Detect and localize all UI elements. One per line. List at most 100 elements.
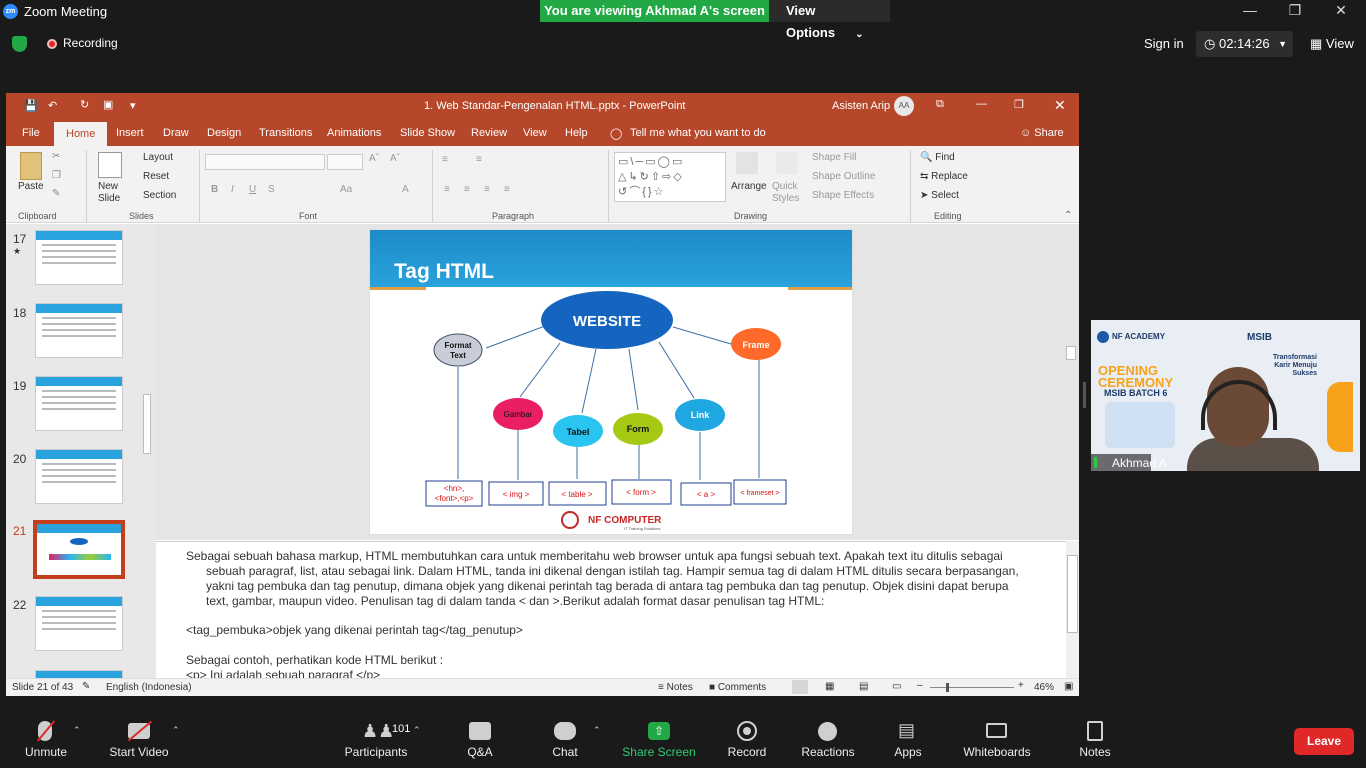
numbering-icon[interactable]: ≡ — [476, 154, 482, 165]
whiteboards-button[interactable]: Whiteboards — [961, 745, 1033, 759]
reactions-button[interactable]: Reactions — [800, 745, 856, 759]
shrink-font-icon[interactable]: Aˇ — [390, 153, 400, 164]
slide-thumbnail[interactable] — [35, 303, 123, 358]
slide-thumbnail[interactable] — [35, 449, 123, 504]
share-screen-button[interactable]: Share Screen — [622, 745, 696, 759]
font-size-field[interactable] — [327, 154, 363, 170]
align-left-icon[interactable]: ≡ — [444, 184, 450, 195]
fit-slide-icon[interactable]: ▣ — [1064, 681, 1073, 692]
record-button[interactable]: Record — [727, 745, 767, 759]
save-icon[interactable]: 💾 — [24, 99, 38, 112]
comments-toggle[interactable]: ■ Comments — [709, 682, 766, 693]
share-screen-icon[interactable]: ⇧ — [648, 722, 670, 740]
spelling-icon[interactable]: ✎ — [82, 681, 90, 692]
cut-icon[interactable]: ✂ — [52, 151, 60, 162]
tab-draw[interactable]: Draw — [163, 127, 189, 139]
grow-font-icon[interactable]: Aˆ — [369, 153, 379, 164]
participants-icon[interactable]: ♟♟ — [362, 721, 394, 742]
qa-button[interactable]: Q&A — [466, 745, 494, 759]
slide-thumbnail-selected[interactable] — [33, 520, 125, 579]
zoom-level[interactable]: 46% — [1034, 682, 1054, 693]
unmute-button[interactable]: Unmute — [24, 745, 68, 759]
arrange-icon[interactable] — [736, 152, 758, 174]
new-slide-icon[interactable] — [98, 152, 122, 178]
chat-icon[interactable] — [554, 722, 576, 740]
customize-toolbar-icon[interactable]: ▾ — [130, 99, 136, 112]
apps-icon[interactable]: ▤ — [898, 720, 915, 741]
replace-button[interactable]: ⇆ Replace — [920, 171, 968, 182]
close-icon[interactable]: ✕ — [1326, 2, 1356, 19]
slide-thumbnail[interactable] — [35, 230, 123, 285]
chevron-up-icon[interactable]: ⌃ — [593, 725, 601, 736]
tab-file[interactable]: File — [22, 127, 40, 139]
notes-toggle[interactable]: ≡ Notes — [658, 682, 693, 693]
notes-pane[interactable]: Sebagai sebuah bahasa markup, HTML membu… — [156, 541, 1066, 682]
shape-outline-button[interactable]: Shape Outline — [812, 171, 875, 182]
slide-sorter-icon[interactable]: ▦ — [825, 681, 834, 692]
shape-effects-button[interactable]: Shape Effects — [812, 190, 874, 201]
recording-label[interactable]: Recording — [63, 36, 118, 50]
arrange-button[interactable]: Arrange — [731, 181, 767, 192]
bold-icon[interactable]: B — [211, 184, 218, 195]
undo-icon[interactable]: ↶ — [48, 99, 57, 112]
font-color-icon[interactable]: A — [402, 184, 409, 195]
zoom-in-icon[interactable]: + — [1018, 680, 1024, 691]
tab-transitions[interactable]: Transitions — [259, 127, 312, 139]
panel-resize-handle[interactable] — [1083, 382, 1086, 408]
reactions-icon[interactable] — [818, 722, 837, 741]
bullets-icon[interactable]: ≡ — [442, 154, 448, 165]
tab-help[interactable]: Help — [565, 127, 588, 139]
meeting-timer[interactable]: ◷ 02:14:26 ▼ — [1196, 31, 1293, 57]
slide-canvas[interactable]: Tag HTML WEBSITE Format Text Frame Gamba… — [369, 229, 853, 535]
slide-thumbnail[interactable] — [35, 596, 123, 651]
redo-icon[interactable]: ↻ — [80, 98, 89, 111]
reading-view-icon[interactable]: ▤ — [859, 681, 868, 692]
sign-in-button[interactable]: Sign in — [1144, 36, 1184, 51]
notes-icon[interactable] — [1087, 721, 1103, 741]
paste-icon[interactable] — [20, 152, 42, 180]
notes-scrollbar[interactable] — [1066, 541, 1079, 678]
start-video-button[interactable]: Start Video — [108, 745, 170, 759]
font-name-field[interactable] — [205, 154, 325, 170]
normal-view-icon[interactable] — [792, 680, 808, 694]
leave-button[interactable]: Leave — [1294, 728, 1354, 755]
format-painter-icon[interactable]: ✎ — [52, 188, 60, 199]
chevron-up-icon[interactable]: ⌃ — [73, 725, 81, 736]
tab-view[interactable]: View — [523, 127, 547, 139]
chat-button[interactable]: Chat — [550, 745, 580, 759]
slideshow-icon[interactable]: ▭ — [892, 681, 901, 692]
zoom-slider[interactable] — [930, 687, 1014, 688]
chevron-up-icon[interactable]: ⌃ — [172, 725, 180, 736]
slide-thumbnail[interactable] — [35, 376, 123, 431]
layout-button[interactable]: Layout — [143, 152, 173, 163]
section-button[interactable]: Section — [143, 190, 176, 201]
strikethrough-icon[interactable]: S — [268, 184, 275, 195]
quick-styles-button[interactable]: Quick Styles — [772, 181, 802, 205]
whiteboards-icon[interactable] — [986, 723, 1007, 738]
slide-thumbnail[interactable] — [35, 670, 123, 678]
present-icon[interactable]: ▣ — [103, 98, 113, 111]
quick-styles-icon[interactable] — [776, 152, 798, 174]
select-button[interactable]: ➤ Select — [920, 190, 959, 201]
tab-insert[interactable]: Insert — [116, 127, 144, 139]
paste-button[interactable]: Paste — [18, 181, 44, 192]
avatar[interactable]: AA — [894, 96, 914, 116]
slide-scrollbar[interactable] — [1064, 224, 1078, 540]
new-slide-button[interactable]: New Slide — [98, 181, 126, 205]
change-case-icon[interactable]: Aa — [340, 184, 352, 195]
participants-button[interactable]: Participants — [343, 745, 409, 759]
tab-review[interactable]: Review — [471, 127, 507, 139]
align-center-icon[interactable]: ≡ — [464, 184, 470, 195]
scroll-thumb[interactable] — [143, 394, 151, 454]
chevron-up-icon[interactable]: ⌃ — [413, 725, 421, 736]
italic-icon[interactable]: I — [231, 184, 234, 195]
zoom-out-icon[interactable]: – — [917, 680, 923, 691]
scroll-thumb[interactable] — [1067, 555, 1078, 633]
tab-slide-show[interactable]: Slide Show — [400, 127, 455, 139]
scroll-thumb[interactable] — [1066, 346, 1076, 360]
record-icon[interactable] — [737, 721, 757, 741]
tell-me-search[interactable]: Tell me what you want to do — [630, 127, 766, 139]
zoom-slider-thumb[interactable] — [946, 683, 949, 692]
thumbnails-scrollbar[interactable] — [140, 224, 154, 678]
tab-home[interactable]: Home — [54, 122, 108, 146]
